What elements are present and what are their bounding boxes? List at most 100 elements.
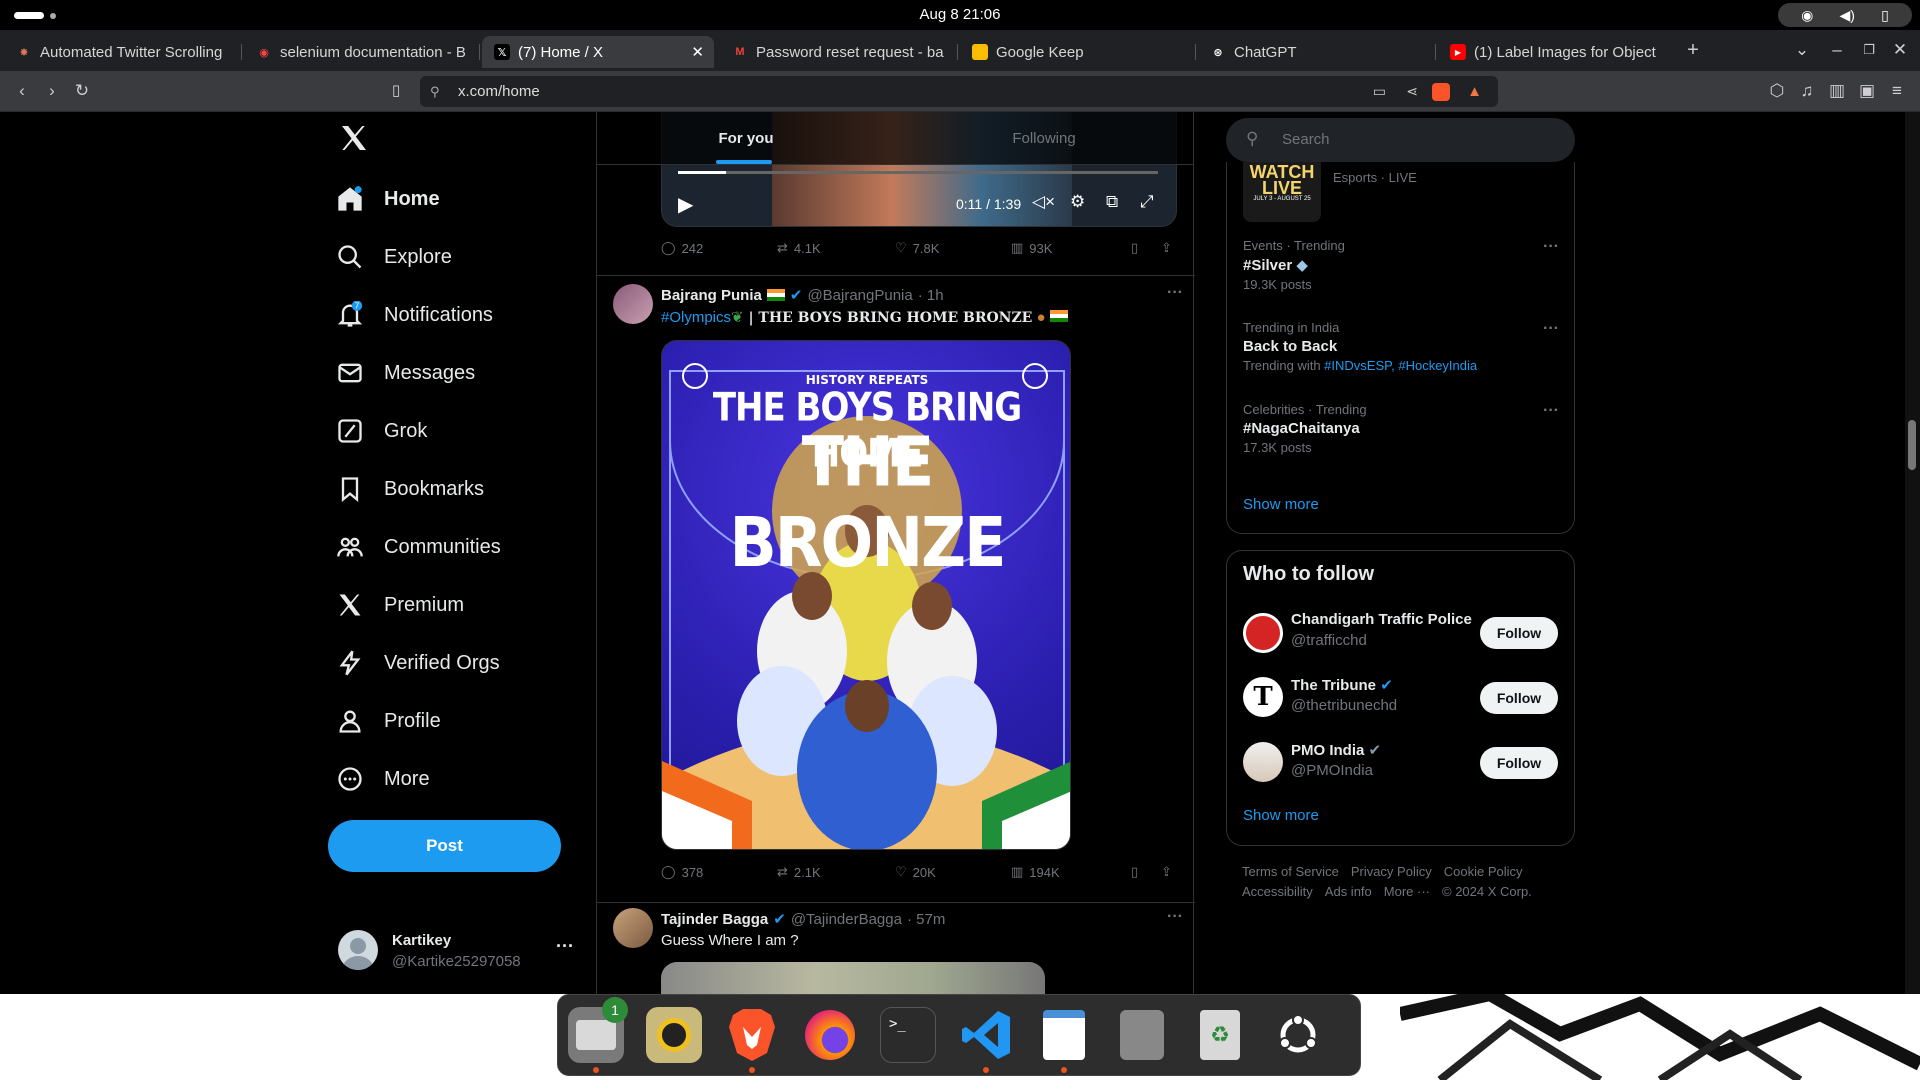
system-tray[interactable]: ◉ ◀) ▯ [1778, 3, 1912, 27]
trend-more-icon[interactable]: ··· [1543, 320, 1559, 338]
tweet-image[interactable]: HISTORY REPEATS THE BOYS BRING HOME THE … [661, 340, 1071, 850]
cast-icon[interactable]: ▭ [1373, 83, 1386, 100]
nav-communities[interactable]: Communities [336, 523, 501, 571]
brave-shields-icon[interactable] [1432, 82, 1450, 101]
maximize-icon[interactable]: ❐ [1857, 38, 1881, 62]
trend-item[interactable]: Trending in India Back to Back Trending … [1243, 320, 1559, 373]
extensions-icon[interactable]: ⬡ [1765, 79, 1789, 103]
footer-link[interactable]: More ··· [1384, 884, 1430, 899]
nav-notifications[interactable]: 7 Notifications [336, 291, 493, 339]
author-handle[interactable]: @TajinderBagga [791, 911, 902, 928]
share-button[interactable]: ⇪ [1161, 240, 1172, 256]
reload-icon[interactable]: ↻ [70, 79, 94, 103]
avatar[interactable] [613, 908, 653, 948]
post-button[interactable]: Post [328, 820, 561, 872]
video-progress[interactable] [678, 171, 1158, 174]
tweet-image[interactable] [661, 962, 1045, 994]
site-info-icon[interactable]: ⚲ [430, 84, 440, 100]
tab-selenium-docs[interactable]: ◉ selenium documentation - B [244, 36, 480, 68]
tab-youtube[interactable]: ▶ (1) Label Images for Object [1438, 36, 1676, 68]
tab-for-you[interactable]: For you [597, 112, 895, 165]
search-bar[interactable]: ⚲ Search [1226, 118, 1575, 162]
nav-home[interactable]: Home [336, 175, 440, 223]
text-editor-icon[interactable] [1036, 1007, 1092, 1063]
minimize-icon[interactable]: – [1825, 38, 1849, 62]
show-more-link[interactable]: Show more [1243, 496, 1319, 513]
tab-automated-twitter[interactable]: ✸ Automated Twitter Scrolling [4, 36, 242, 68]
share-button[interactable]: ⇪ [1161, 864, 1172, 880]
bookmark-page-icon[interactable]: ▯ [384, 79, 408, 103]
views-button[interactable]: ▥ 93K [1011, 240, 1052, 256]
x-logo-icon[interactable] [338, 122, 370, 154]
footer-link[interactable]: Ads info [1325, 884, 1372, 899]
bookmark-button[interactable]: ▯ [1131, 864, 1138, 880]
nav-grok[interactable]: Grok [336, 407, 427, 455]
firefox-icon[interactable] [802, 1007, 858, 1063]
page-scrollbar[interactable] [1905, 112, 1920, 994]
pip-icon[interactable]: ⧉ [1106, 192, 1118, 212]
nav-more[interactable]: More [336, 755, 430, 803]
trend-item[interactable]: Celebrities · Trending #NagaChaitanya 17… [1243, 402, 1559, 455]
tweet-time[interactable]: · 1h [918, 287, 944, 304]
sidebar-icon[interactable]: ▥ [1825, 79, 1849, 103]
views-button[interactable]: ▥ 194K [1011, 864, 1060, 880]
nav-messages[interactable]: Messages [336, 349, 475, 397]
tab-google-keep[interactable]: Google Keep [960, 36, 1196, 68]
settings-icon[interactable]: ⚙ [1070, 192, 1085, 212]
follow-account-name[interactable]: PMO India ✔ [1291, 741, 1381, 759]
follow-account-handle[interactable]: @trafficchd [1291, 632, 1367, 649]
follow-button[interactable]: Follow [1480, 617, 1558, 649]
like-button[interactable]: ♡ 7.8K [895, 240, 939, 256]
tweet-time[interactable]: · 57m [907, 911, 945, 928]
bookmark-button[interactable]: ▯ [1131, 240, 1138, 256]
author-name[interactable]: Tajinder Bagga [661, 911, 768, 928]
author-name[interactable]: Bajrang Punia [661, 287, 762, 304]
address-bar[interactable]: ⚲ x.com/home ▭ ⋖ ▲ [420, 76, 1498, 107]
avatar[interactable] [1243, 742, 1283, 782]
live-event-thumbnail[interactable]: WATCH LIVE JULY 3 - AUGUST 25 [1243, 162, 1321, 222]
follow-account-handle[interactable]: @PMOIndia [1291, 762, 1373, 779]
mute-icon[interactable]: ◁× [1032, 192, 1055, 212]
follow-account-name[interactable]: The Tribune ✔ [1291, 676, 1393, 694]
trend-item[interactable]: Events · Trending #Silver ◆ 19.3K posts … [1243, 238, 1559, 292]
tab-close-icon[interactable]: ✕ [691, 43, 704, 61]
trend-more-icon[interactable]: ··· [1543, 402, 1559, 420]
follow-account-handle[interactable]: @thetribunechd [1291, 697, 1397, 714]
forward-icon[interactable]: › [40, 79, 64, 103]
vscode-icon[interactable] [958, 1007, 1014, 1063]
terminal-icon[interactable]: >_ [880, 1007, 936, 1063]
more-dots-icon[interactable]: ··· [556, 936, 574, 957]
fullscreen-icon[interactable]: ⤢ [1140, 192, 1154, 212]
nav-verified-orgs[interactable]: Verified Orgs [336, 639, 500, 687]
disk-image-icon[interactable] [1114, 1007, 1170, 1063]
trend-more-icon[interactable]: ··· [1543, 238, 1559, 256]
new-tab-icon[interactable]: + [1681, 38, 1705, 62]
tribune-logo-icon[interactable]: T [1243, 677, 1283, 717]
avatar[interactable] [613, 284, 653, 324]
share-icon[interactable]: ⋖ [1406, 83, 1418, 100]
tweet-more-icon[interactable]: ··· [1167, 284, 1183, 302]
tab-chatgpt[interactable]: ⊛ ChatGPT [1198, 36, 1436, 68]
tab-x-home[interactable]: 𝕏 (7) Home / X ✕ [482, 36, 714, 68]
follow-button[interactable]: Follow [1480, 747, 1558, 779]
rhythmbox-icon[interactable] [646, 1007, 702, 1063]
wallet-icon[interactable]: ▣ [1855, 79, 1879, 103]
tab-list-chevron-icon[interactable]: ⌄ [1790, 38, 1814, 62]
show-apps-icon[interactable] [1270, 1007, 1326, 1063]
window-close-icon[interactable]: ✕ [1888, 38, 1912, 62]
repost-button[interactable]: ⇄ 2.1K [777, 864, 821, 880]
show-more-link[interactable]: Show more [1243, 807, 1319, 824]
hashtag-link[interactable]: #Olympics [661, 309, 731, 326]
back-icon[interactable]: ‹ [10, 79, 34, 103]
nav-premium[interactable]: Premium [336, 581, 464, 629]
nav-profile[interactable]: Profile [336, 697, 441, 745]
like-button[interactable]: ♡ 20K [895, 864, 936, 880]
author-handle[interactable]: @BajrangPunia [807, 287, 912, 304]
follow-account-name[interactable]: Chandigarh Traffic Police [1291, 611, 1472, 628]
repost-button[interactable]: ⇄ 4.1K [777, 240, 821, 256]
tweet-more-icon[interactable]: ··· [1167, 908, 1183, 926]
tab-following[interactable]: Following [895, 112, 1193, 165]
footer-link[interactable]: Accessibility [1242, 884, 1313, 899]
brave-rewards-icon[interactable]: ▲ [1467, 83, 1482, 100]
footer-link[interactable]: Cookie Policy [1444, 864, 1523, 879]
